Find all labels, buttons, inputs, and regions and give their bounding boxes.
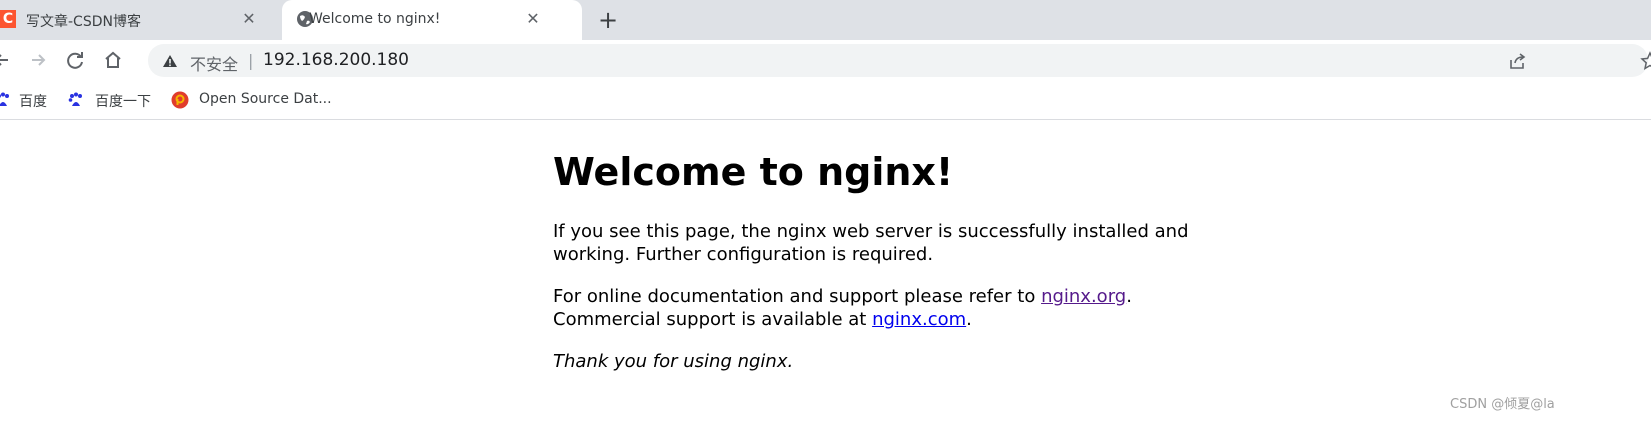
- commercial-text: Commercial support is available at: [553, 309, 873, 330]
- tab-title: 写文章-CSDN博客: [26, 14, 141, 30]
- bookmarks-bar: 百度 百度一下 Open Source Dat...: [0, 80, 1651, 120]
- bookmark-label: 百度一下: [95, 94, 151, 110]
- share-icon[interactable]: [1508, 51, 1528, 71]
- reload-icon[interactable]: [61, 46, 89, 74]
- support-text: For online documentation and support ple…: [553, 286, 1042, 307]
- bookmark-label: Open Source Dat...: [199, 91, 332, 107]
- security-status-label[interactable]: 不安全: [190, 51, 238, 75]
- omnibox-divider: |: [248, 51, 254, 70]
- home-icon[interactable]: [99, 46, 127, 74]
- address-bar[interactable]: 不安全 | 192.168.200.180: [148, 44, 1651, 77]
- intro-paragraph: If you see this page, the nginx web serv…: [553, 221, 1189, 265]
- tab-strip: C 写文章-CSDN博客 ✕ Welcome to nginx! ✕ +: [0, 0, 1651, 40]
- support-paragraph: For online documentation and support ple…: [553, 285, 1203, 331]
- nginx-com-link[interactable]: nginx.com: [872, 309, 966, 330]
- nginx-welcome-page: Welcome to nginx! If you see this page, …: [553, 120, 1203, 392]
- csdn-favicon-icon: C: [0, 10, 16, 28]
- tab-close-icon[interactable]: ✕: [522, 8, 544, 30]
- watermark: CSDN @倾夏@la: [1450, 397, 1555, 412]
- nginx-org-link[interactable]: nginx.org: [1041, 286, 1126, 307]
- support-period: .: [1126, 286, 1132, 307]
- thanks-text: Thank you for using nginx.: [553, 351, 794, 372]
- warning-triangle-icon[interactable]: [162, 53, 178, 69]
- tab-csdn[interactable]: C 写文章-CSDN博客 ✕: [0, 0, 275, 40]
- tab-nginx[interactable]: Welcome to nginx! ✕: [282, 0, 582, 40]
- tab-title: Welcome to nginx!: [309, 11, 441, 27]
- url-text[interactable]: 192.168.200.180: [263, 50, 409, 70]
- forward-arrow-icon[interactable]: [24, 46, 52, 74]
- baidu-paw-icon: [68, 92, 82, 106]
- page-heading: Welcome to nginx!: [553, 150, 954, 194]
- bookmark-label: 百度: [19, 94, 47, 110]
- back-arrow-icon[interactable]: [0, 46, 16, 74]
- tab-close-icon[interactable]: ✕: [238, 8, 260, 30]
- commercial-period: .: [966, 309, 972, 330]
- red-circle-p-icon: [171, 91, 189, 109]
- navigation-toolbar: 不安全 | 192.168.200.180: [0, 40, 1651, 80]
- new-tab-button[interactable]: +: [594, 6, 622, 34]
- thanks-paragraph: Thank you for using nginx.: [553, 350, 1203, 373]
- baidu-paw-icon: [0, 92, 9, 106]
- bookmark-star-icon[interactable]: [1640, 51, 1651, 71]
